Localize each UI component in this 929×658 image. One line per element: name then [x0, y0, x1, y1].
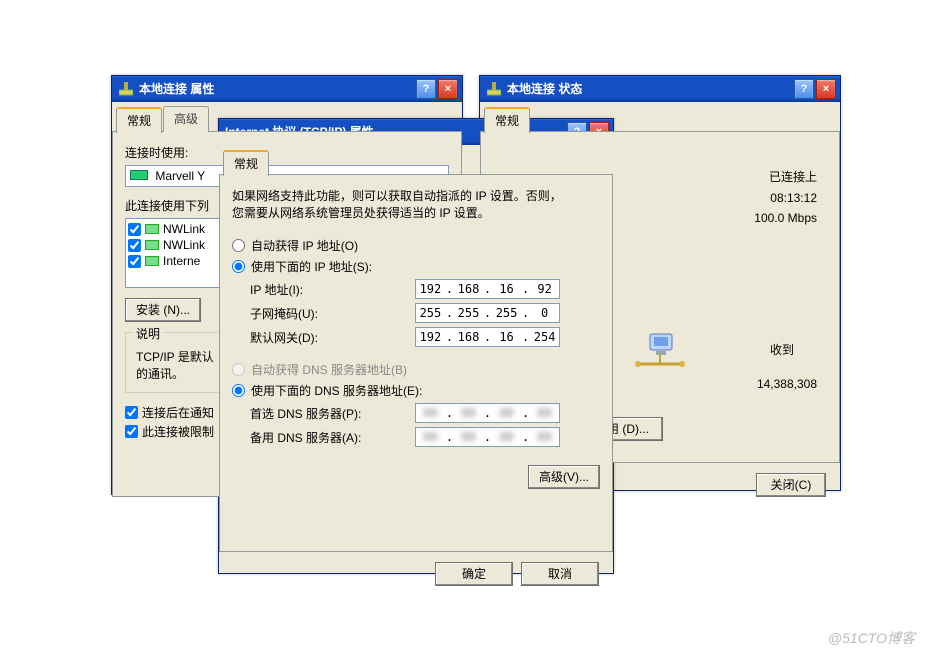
protocol-checkbox[interactable] — [128, 239, 141, 252]
dns2-input[interactable]: 00.00.00.00 — [415, 427, 560, 447]
ok-button[interactable]: 确定 — [435, 562, 513, 586]
protocol-label: Interne — [163, 254, 200, 268]
close-button[interactable]: × — [438, 79, 458, 99]
radio-manual-dns[interactable]: 使用下面的 DNS 服务器地址(E): — [232, 382, 600, 399]
install-button[interactable]: 安装 (N)... — [125, 298, 201, 322]
notify-label: 连接后在通知 — [142, 404, 214, 421]
tab-general[interactable]: 常规 — [484, 107, 530, 133]
auto-ip-radio[interactable] — [232, 239, 245, 252]
watermark: @51CTO博客 — [828, 628, 915, 648]
adapter-icon — [130, 170, 148, 180]
protocol-icon — [145, 240, 159, 250]
network-icon — [486, 81, 502, 97]
radio-manual-ip[interactable]: 使用下面的 IP 地址(S): — [232, 258, 600, 275]
tcpip-tabpanel: 如果网络支持此功能，则可以获取自动指派的 IP 设置。否则， 您需要从网络系统管… — [219, 174, 613, 552]
subnet-mask-input[interactable]: 255. 255. 255. 0 — [415, 303, 560, 323]
protocol-label: NWLink — [163, 222, 205, 236]
props-titlebar[interactable]: 本地连接 属性 ? × — [112, 76, 462, 102]
dns1-input[interactable]: 00.00.00.00 — [415, 403, 560, 423]
dns2-label: 备用 DNS 服务器(A): — [250, 429, 405, 446]
recv-label: 收到 — [747, 341, 817, 358]
radio-auto-ip[interactable]: 自动获得 IP 地址(O) — [232, 237, 600, 254]
manual-dns-label: 使用下面的 DNS 服务器地址(E): — [251, 382, 422, 399]
ip-address-input[interactable]: 192. 168. 16. 92 — [415, 279, 560, 299]
status-title: 本地连接 状态 — [507, 80, 582, 97]
close-button[interactable]: × — [816, 79, 836, 99]
help-button[interactable]: ? — [416, 79, 436, 99]
manual-dns-radio[interactable] — [232, 384, 245, 397]
subnet-label: 子网掩码(U): — [250, 305, 405, 322]
protocol-icon — [145, 224, 159, 234]
cancel-button[interactable]: 取消 — [521, 562, 599, 586]
tab-general[interactable]: 常规 — [116, 107, 162, 133]
notify-checkbox[interactable] — [125, 406, 138, 419]
protocol-label: NWLink — [163, 238, 205, 252]
protocol-checkbox[interactable] — [128, 223, 141, 236]
info-text: 如果网络支持此功能，则可以获取自动指派的 IP 设置。否则， 您需要从网络系统管… — [232, 187, 600, 221]
status-tabs: 常规 — [480, 106, 840, 132]
status-titlebar[interactable]: 本地连接 状态 ? × — [480, 76, 840, 102]
adapter-name: Marvell Y — [155, 169, 205, 183]
props-title: 本地连接 属性 — [139, 80, 214, 97]
radio-auto-dns: 自动获得 DNS 服务器地址(B) — [232, 361, 600, 378]
auto-dns-radio — [232, 363, 245, 376]
description-legend: 说明 — [132, 325, 164, 342]
dns1-label: 首选 DNS 服务器(P): — [250, 405, 405, 422]
gateway-label: 默认网关(D): — [250, 329, 405, 346]
close-dialog-button[interactable]: 关闭(C) — [756, 473, 826, 497]
protocol-icon — [145, 256, 159, 266]
ip-label: IP 地址(I): — [250, 281, 405, 298]
manual-ip-radio[interactable] — [232, 260, 245, 273]
limited-checkbox[interactable] — [125, 425, 138, 438]
tab-advanced[interactable]: 高级 — [163, 106, 209, 132]
tcpip-tabs: 常规 — [219, 149, 613, 175]
tcpip-properties-window: Internet 协议 (TCP/IP) 属性 ? × 常规 如果网络支持此功能… — [218, 118, 614, 574]
limited-label: 此连接被限制 — [142, 423, 214, 440]
tab-general[interactable]: 常规 — [223, 150, 269, 176]
help-button[interactable]: ? — [794, 79, 814, 99]
advanced-button[interactable]: 高级(V)... — [528, 465, 600, 489]
auto-dns-label: 自动获得 DNS 服务器地址(B) — [251, 361, 407, 378]
network-icon — [118, 81, 134, 97]
manual-ip-label: 使用下面的 IP 地址(S): — [251, 258, 372, 275]
props-tabs: 常规 高级 — [112, 106, 462, 132]
auto-ip-label: 自动获得 IP 地址(O) — [251, 237, 358, 254]
activity-icon — [625, 325, 695, 373]
protocol-checkbox[interactable] — [128, 255, 141, 268]
gateway-input[interactable]: 192. 168. 16. 254 — [415, 327, 560, 347]
recv-count: 14,388,308 — [717, 377, 817, 391]
